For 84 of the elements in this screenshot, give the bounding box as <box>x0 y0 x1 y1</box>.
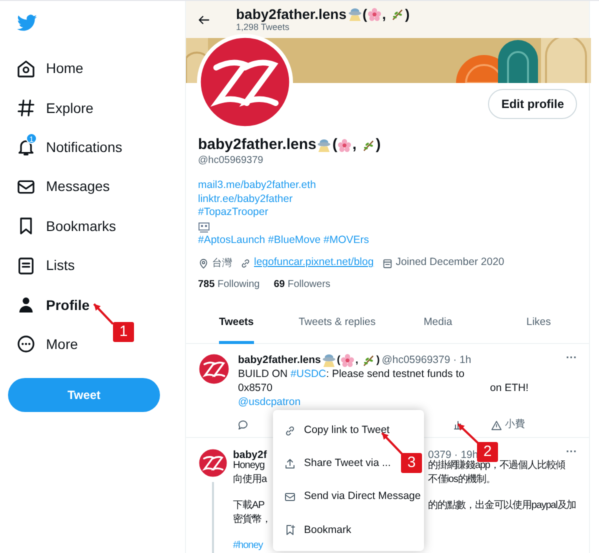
tweet-text: 0x8570 <box>238 381 274 395</box>
more-options-button[interactable]: ··· <box>566 444 577 460</box>
tweet-text: BUILD ON <box>238 367 289 381</box>
warning-triangle-icon <box>491 420 502 430</box>
annotation-badge: 3 <box>401 453 422 473</box>
name-punctuation: ( <box>336 353 340 367</box>
bird-logo-icon <box>16 14 38 32</box>
menu-item[interactable]: Send via Direct Message <box>304 489 421 505</box>
menu-item[interactable]: Share Tweet via ... <box>304 456 391 472</box>
leaf-icon <box>390 8 404 20</box>
tweet-text: on ETH! <box>490 381 529 395</box>
tweet-text: 下載AP <box>233 498 264 512</box>
profile-tab[interactable]: Likes <box>526 313 551 344</box>
avatar-icon <box>198 448 228 478</box>
profile-handle: @hc05969379 <box>198 154 264 168</box>
nav-label[interactable]: Lists <box>46 255 75 276</box>
ufo-icon <box>316 138 332 152</box>
location-pin-icon <box>198 258 209 268</box>
pixel-badge-icon <box>198 220 210 232</box>
leaf-icon <box>362 354 376 366</box>
profile-tab[interactable]: Tweets <box>218 313 254 344</box>
nav-label[interactable]: More <box>46 334 78 355</box>
home-icon <box>16 58 36 79</box>
nav-label[interactable]: Profile <box>46 294 90 316</box>
profile-tab[interactable]: Media <box>424 313 452 344</box>
calendar-icon <box>382 258 393 268</box>
display-name: baby2father.lens <box>238 353 321 367</box>
ufo-icon <box>320 353 337 367</box>
name-punctuation: ( <box>332 134 338 155</box>
annotation-arrow <box>381 432 405 457</box>
tweet-text: 密貨幣， <box>233 513 271 527</box>
link-icon <box>240 258 251 268</box>
share-icon <box>284 458 296 470</box>
joined-date: Joined December 2020 <box>396 255 504 270</box>
nav-label[interactable]: Explore <box>46 98 94 119</box>
annotation-arrow <box>93 303 114 325</box>
menu-item[interactable]: Copy link to Tweet <box>304 422 390 438</box>
bookmark-add-icon <box>284 524 296 536</box>
list-icon <box>16 256 36 276</box>
flower-icon <box>341 354 354 366</box>
tip-label[interactable]: 小費 <box>505 418 525 432</box>
name-punctuation: ) <box>376 353 380 367</box>
menu-item[interactable]: Bookmark <box>304 522 352 538</box>
flower-icon <box>338 138 352 152</box>
edit-profile-button[interactable]: Edit profile <box>488 89 577 119</box>
ufo-icon <box>346 7 362 21</box>
nav-label[interactable]: Messages <box>46 176 110 198</box>
avatar-icon <box>198 353 230 385</box>
tweet-count: 1,298 Tweets <box>236 22 290 33</box>
name-punctuation: ( <box>362 6 368 22</box>
nav-label[interactable]: Bookmarks <box>46 216 116 237</box>
nav-label[interactable]: Notifications <box>46 136 122 158</box>
annotation-badge: 2 <box>477 442 498 462</box>
name-punctuation: , <box>382 6 388 22</box>
notification-badge: 1 <box>26 133 37 144</box>
link-icon <box>284 424 296 437</box>
nav-label[interactable]: Home <box>46 58 84 80</box>
annotation-badge: 1 <box>113 322 134 342</box>
tweet-text: : Please send testnet funds to <box>326 367 464 381</box>
annotation-arrow <box>457 423 480 445</box>
bar-chart-icon <box>453 419 465 431</box>
name-punctuation: , <box>355 353 360 367</box>
tweet-meta: @hc05969379 · 1h <box>382 353 472 367</box>
flower-icon <box>368 8 382 20</box>
location-text: 台灣 <box>212 256 232 270</box>
leaf-icon <box>362 138 375 152</box>
tweet-text: Honeyg <box>233 460 264 472</box>
name-punctuation: ) <box>404 6 410 22</box>
mail-icon <box>284 491 296 504</box>
name-punctuation: ) <box>376 134 381 155</box>
display-name: baby2f <box>233 448 267 461</box>
more-icon <box>16 334 36 354</box>
profile-tab[interactable]: Tweets & replies <box>298 313 376 344</box>
reply-icon <box>237 419 249 431</box>
followers-link[interactable]: 69 Followers <box>274 276 330 292</box>
tweet-text: 不僅ios的機制。 <box>428 473 496 487</box>
more-options-button[interactable]: ··· <box>566 350 577 366</box>
following-link[interactable]: 785 Following <box>198 276 260 292</box>
tweet-text: 向使用a <box>233 473 267 487</box>
display-name: baby2father.lens <box>198 134 316 155</box>
tweet-text: 的的點數，出金可以使用paypal及加 <box>428 498 576 512</box>
hashtag-icon <box>16 98 36 118</box>
display-name: baby2father.lens <box>236 6 346 22</box>
name-punctuation: , <box>352 134 358 155</box>
